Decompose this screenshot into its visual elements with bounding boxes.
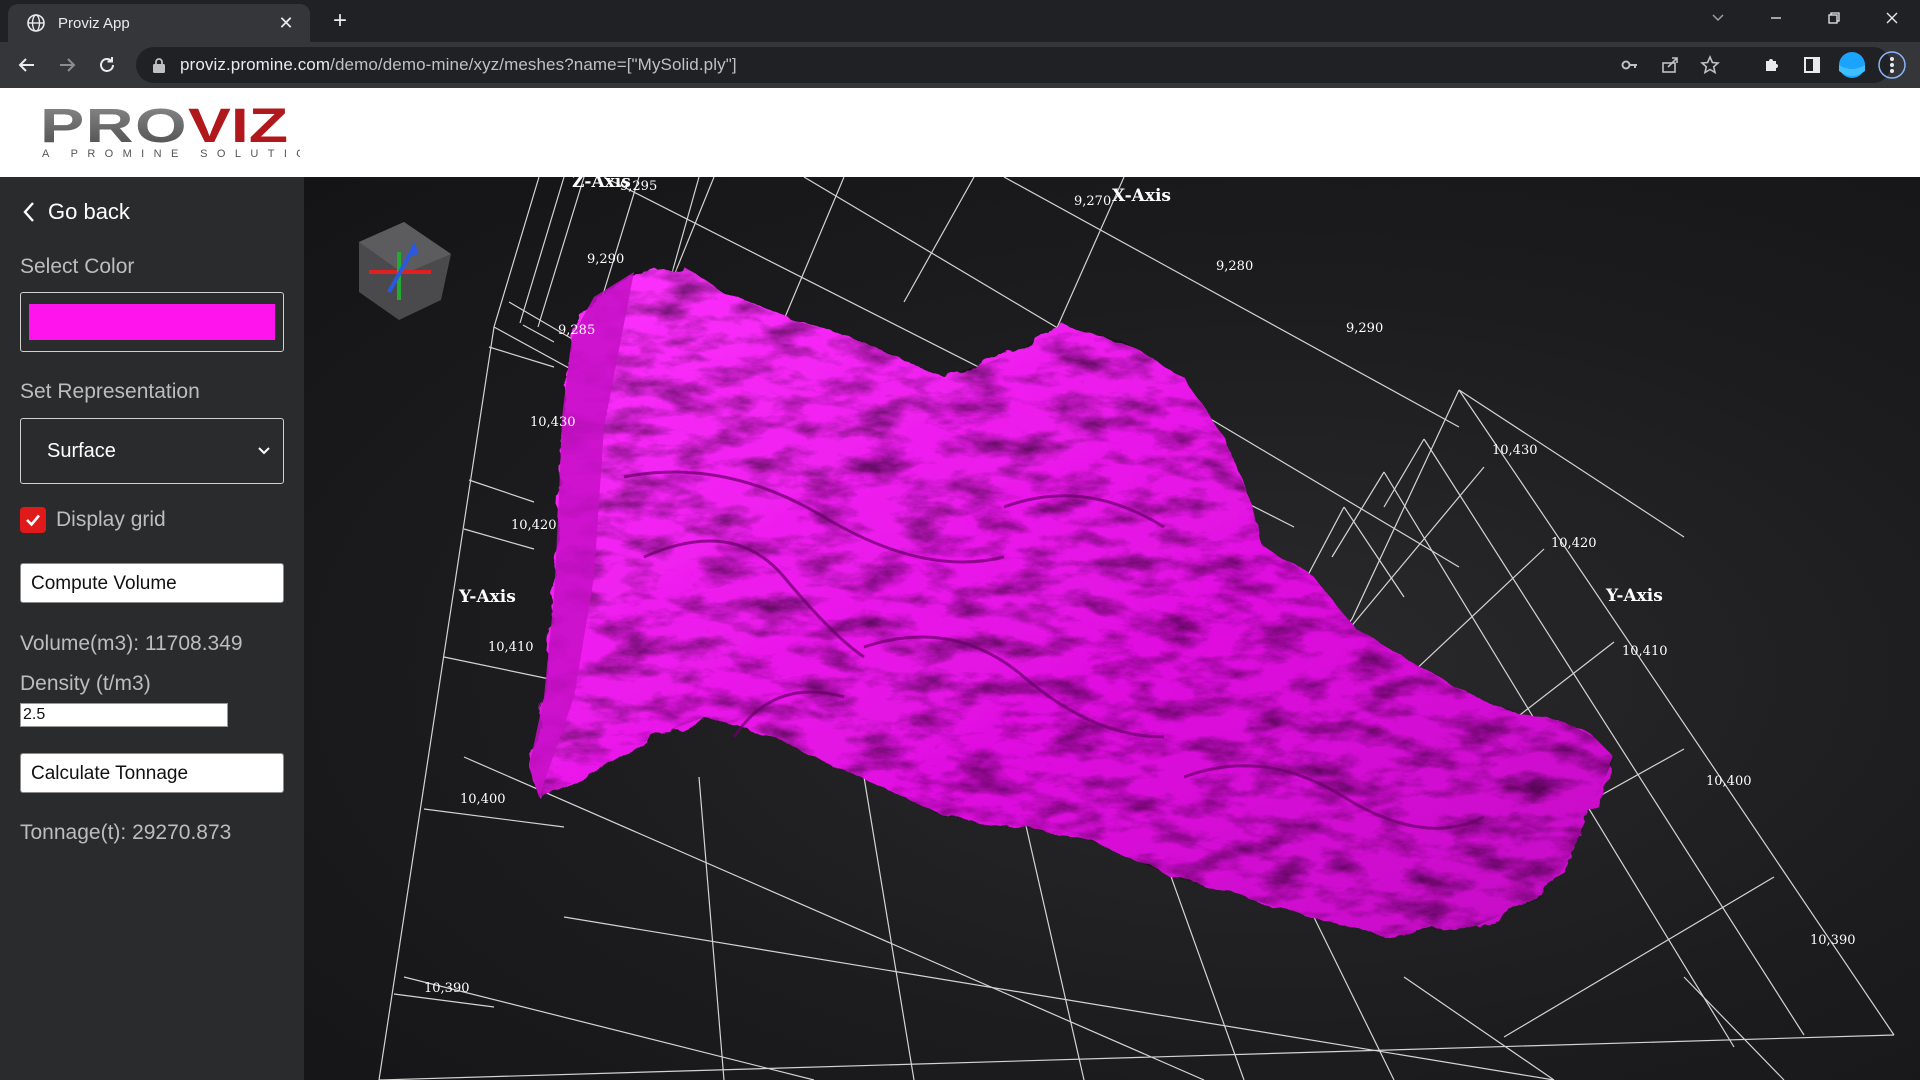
close-tab-icon[interactable]: ✕ xyxy=(276,13,296,34)
representation-select[interactable]: Surface xyxy=(20,418,284,484)
side-panel-icon[interactable] xyxy=(1798,51,1826,79)
y-axis-title-left: Y-Axis xyxy=(458,587,516,607)
calculate-tonnage-button[interactable]: Calculate Tonnage xyxy=(20,753,284,793)
extensions-puzzle-icon[interactable] xyxy=(1758,51,1786,79)
density-label: Density (t/m3) xyxy=(20,672,151,695)
browser-tabstrip: Proviz App ✕ + xyxy=(0,0,1920,42)
z-tick-label: 9,295 xyxy=(620,179,657,194)
control-sidebar: Go back Select Color Set Representation … xyxy=(0,177,304,1080)
reload-icon[interactable] xyxy=(93,51,121,79)
bookmark-star-icon[interactable] xyxy=(1696,51,1724,79)
mesh-solid[interactable] xyxy=(529,267,1614,937)
go-back-label: Go back xyxy=(48,199,130,224)
x-tick-label: 9,290 xyxy=(1346,321,1383,336)
restore-icon[interactable] xyxy=(1806,0,1862,36)
close-window-icon[interactable] xyxy=(1864,0,1920,36)
lock-icon[interactable] xyxy=(152,57,166,73)
chevron-left-icon xyxy=(22,201,36,223)
y-tick-label-right: 10,400 xyxy=(1706,774,1752,789)
browser-tab[interactable]: Proviz App ✕ xyxy=(8,4,310,42)
new-tab-icon[interactable]: + xyxy=(326,7,354,35)
select-color-label: Select Color xyxy=(20,255,135,278)
tonnage-readout: Tonnage(t): 29270.873 xyxy=(20,821,232,844)
volume-readout: Volume(m3): 11708.349 xyxy=(20,632,243,655)
3d-viewport[interactable]: Z-Axis X-Axis Y-Axis Y-Axis 9,295 9,290 … xyxy=(304,177,1920,1080)
key-icon[interactable] xyxy=(1616,51,1644,79)
minimize-icon[interactable] xyxy=(1748,0,1804,36)
y-tick-label-left: 10,390 xyxy=(424,981,470,996)
forward-arrow-icon[interactable] xyxy=(53,51,81,79)
display-grid-checkbox[interactable]: Display grid xyxy=(20,507,166,533)
color-picker[interactable] xyxy=(20,292,284,352)
x-tick-label: 9,270 xyxy=(1074,194,1111,209)
color-swatch xyxy=(29,304,275,340)
chevron-down-icon xyxy=(257,446,271,456)
address-bar[interactable]: proviz.promine.com/demo/demo-mine/xyz/me… xyxy=(136,47,1891,83)
svg-text:PRO: PRO xyxy=(40,100,188,153)
z-tick-label: 9,285 xyxy=(558,323,595,338)
tab-title: Proviz App xyxy=(58,14,130,32)
display-grid-label: Display grid xyxy=(56,508,166,531)
tab-search-icon[interactable] xyxy=(1690,0,1746,36)
y-tick-label-right: 10,430 xyxy=(1492,443,1538,458)
orientation-cube-icon[interactable] xyxy=(359,222,451,320)
go-back-link[interactable]: Go back xyxy=(22,199,130,225)
checkmark-icon xyxy=(20,507,46,533)
x-axis-title: X-Axis xyxy=(1112,186,1171,206)
y-tick-label-left: 10,420 xyxy=(511,518,557,533)
compute-volume-button[interactable]: Compute Volume xyxy=(20,563,284,603)
representation-value: Surface xyxy=(47,439,116,462)
y-tick-label-left: 10,410 xyxy=(488,640,534,655)
url-text: proviz.promine.com/demo/demo-mine/xyz/me… xyxy=(180,55,737,74)
z-tick-label: 9,290 xyxy=(587,252,624,267)
density-input[interactable] xyxy=(20,703,228,727)
y-tick-label-right: 10,420 xyxy=(1551,536,1597,551)
share-icon[interactable] xyxy=(1656,51,1684,79)
profile-avatar[interactable] xyxy=(1838,51,1866,79)
y-tick-label-right: 10,410 xyxy=(1622,644,1668,659)
y-tick-label-left: 10,400 xyxy=(460,792,506,807)
proviz-logo[interactable]: PRO VIZ A PROMINE SOLUTION xyxy=(40,100,322,160)
x-tick-label: 9,280 xyxy=(1216,259,1253,274)
y-axis-title-right: Y-Axis xyxy=(1605,586,1663,606)
y-tick-label-left: 10,430 xyxy=(530,415,576,430)
svg-text:VIZ: VIZ xyxy=(188,100,288,153)
browser-toolbar: proviz.promine.com/demo/demo-mine/xyz/me… xyxy=(0,42,1920,88)
menu-kebab-icon[interactable] xyxy=(1878,51,1906,79)
globe-icon xyxy=(26,13,46,33)
representation-label: Set Representation xyxy=(20,380,200,403)
back-arrow-icon[interactable] xyxy=(13,51,41,79)
y-tick-label-right: 10,390 xyxy=(1810,933,1856,948)
svg-text:A PROMINE SOLUTION: A PROMINE SOLUTION xyxy=(42,148,300,160)
app-header: PRO VIZ A PROMINE SOLUTION xyxy=(0,88,1920,178)
